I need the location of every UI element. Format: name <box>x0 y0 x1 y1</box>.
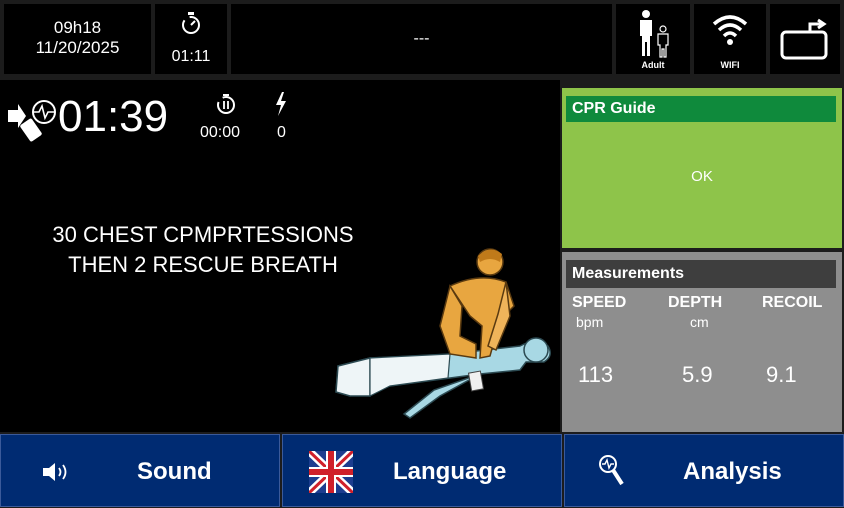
analysis-label: Analysis <box>683 458 782 485</box>
speed-value: 113 <box>578 362 614 387</box>
status-message: --- <box>231 4 612 74</box>
speed-label: SPEED <box>572 294 627 311</box>
sound-button[interactable]: Sound <box>0 434 280 507</box>
speaker-icon <box>43 463 67 481</box>
patient-mode-cell[interactable]: Adult <box>616 4 690 74</box>
uk-flag-icon <box>309 451 353 493</box>
recoil-label: RECOIL <box>762 294 823 311</box>
elapsed-cell: 01:11 <box>155 4 227 74</box>
clock-time: 09h18 <box>53 18 102 37</box>
analysis-button[interactable]: Analysis <box>564 434 844 507</box>
language-label: Language <box>393 458 507 485</box>
depth-value: 5.9 <box>682 362 713 387</box>
patient-mode-label: Adult <box>641 60 665 70</box>
network-cell[interactable]: WIFI <box>694 4 766 74</box>
cpr-guide-status: OK <box>691 168 713 185</box>
network-label: WIFI <box>720 60 740 70</box>
pause-time: 00:00 <box>200 124 241 141</box>
stopwatch-icon <box>182 12 200 34</box>
pause-icon <box>217 94 235 114</box>
sound-label: Sound <box>137 458 212 485</box>
depth-unit: cm <box>690 314 709 330</box>
speed-unit: bpm <box>576 314 604 330</box>
date-time-cell: 09h18 11/20/2025 <box>4 4 151 74</box>
heart-electrode-icon <box>8 100 56 142</box>
recoil-value: 9.1 <box>766 362 797 387</box>
shock-icon <box>276 92 286 116</box>
language-button[interactable]: Language <box>282 434 562 507</box>
battery-icon <box>780 18 828 60</box>
measurements-title: Measurements <box>566 260 836 288</box>
shock-count: 0 <box>277 124 286 141</box>
wifi-icon <box>712 15 748 45</box>
elapsed-time: 01:11 <box>171 48 211 65</box>
cpr-guide-title: CPR Guide <box>566 96 836 122</box>
depth-label: DEPTH <box>668 294 723 311</box>
clock-date: 11/20/2025 <box>35 38 120 57</box>
adult-child-icon <box>640 10 669 58</box>
therapy-time: 01:39 <box>58 92 169 141</box>
status-bar: 09h18 11/20/2025 01:11 --- Adult WIFI <box>0 0 844 78</box>
battery-cell <box>770 4 840 74</box>
cpr-illustration <box>335 248 551 419</box>
magnifier-icon <box>599 455 624 486</box>
